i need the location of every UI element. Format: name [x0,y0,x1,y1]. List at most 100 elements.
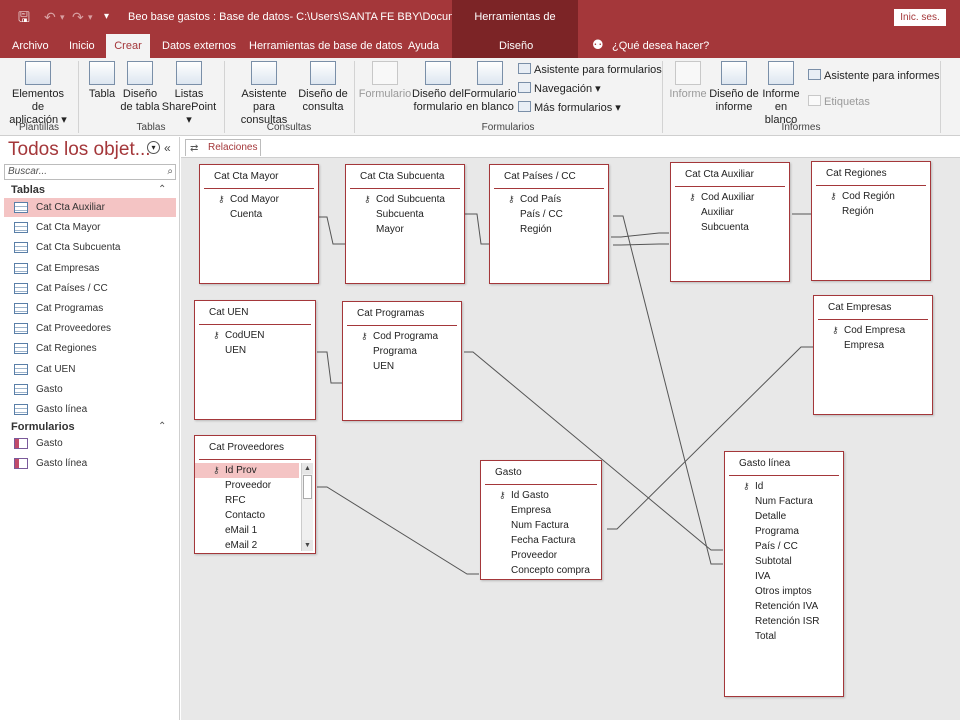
field-row[interactable]: Retención IVA [725,599,843,614]
table-title[interactable]: Cat Empresas [818,296,928,320]
table-gasto-linea[interactable]: Gasto línea ⚷ Id Num Factura Detalle Programa… [724,451,844,697]
field-row[interactable]: Mayor [346,222,464,237]
nav-menu-chevron-icon[interactable]: ▾ [147,141,160,154]
field-row[interactable]: ⚷ Cod Subcuenta [346,192,464,207]
table-cta-auxiliar[interactable]: Cat Cta Auxiliar ⚷ Cod Auxiliar Auxiliar Sub… [670,162,790,282]
field-row[interactable]: ⚷ Cod Mayor [200,192,318,207]
table-title[interactable]: Cat Proveedores [199,436,311,460]
field-row[interactable]: eMail 1 [195,523,299,538]
report-design-button[interactable]: Diseño de informe [708,58,760,114]
table-title[interactable]: Cat Programas [347,302,457,326]
tell-me-search[interactable]: ¿Qué desea hacer? [612,34,709,58]
table-title[interactable]: Gasto [485,461,597,485]
nav-table-item[interactable]: Cat Programas [4,299,176,318]
field-row[interactable]: Contacto [195,508,299,523]
field-row[interactable]: Proveedor [195,478,299,493]
table-cta-subcuenta[interactable]: Cat Cta Subcuenta ⚷ Cod Subcuenta Subcuenta… [345,164,465,284]
tab-herramientas-base-datos[interactable]: Herramientas de base de datos [249,34,402,58]
tab-inicio[interactable]: Inicio [69,34,95,58]
table-title[interactable]: Cat Cta Auxiliar [675,163,785,187]
nav-section-tablas[interactable]: Tablas [11,184,45,196]
field-row[interactable]: Empresa [814,338,932,353]
field-row[interactable]: ⚷ Id Gasto [481,488,601,503]
scroll-down-icon[interactable]: ▼ [302,540,313,551]
blank-form-button[interactable]: Formulario en blanco [464,58,517,114]
nav-form-item[interactable]: Gasto [4,434,176,453]
relation-line-mayor-subcuenta[interactable] [319,216,345,245]
nav-table-item[interactable]: Cat Cta Mayor [4,218,176,237]
field-row[interactable]: ⚷ Cod Auxiliar [671,190,789,205]
field-row[interactable]: UEN [195,343,315,358]
tab-relaciones[interactable]: ⇄ Relaciones [185,139,261,156]
undo-icon[interactable]: ↶ [44,8,56,26]
relation-line-region-regiones[interactable] [613,243,669,246]
table-empresas[interactable]: Cat Empresas ⚷ Cod Empresa Empresa [813,295,933,415]
field-row[interactable]: ⚷ Cod Programa [343,329,461,344]
scroll-up-icon[interactable]: ▲ [302,463,313,474]
field-row[interactable]: Auxiliar [671,205,789,220]
scroll-thumb[interactable] [303,475,312,499]
tab-diseno[interactable]: Diseño [499,34,533,58]
field-row[interactable]: ⚷ Cod Región [812,189,930,204]
nav-section-formularios[interactable]: Formularios [11,421,75,433]
nav-table-item[interactable]: Gasto línea [4,400,176,419]
field-row[interactable]: Programa [725,524,843,539]
nav-table-item[interactable]: Cat Cta Subcuenta [4,238,176,257]
field-row[interactable]: eMail 2 [195,538,299,553]
field-row[interactable]: Subcuenta [671,220,789,235]
field-row[interactable]: País / CC [725,539,843,554]
table-title[interactable]: Cat Cta Subcuenta [350,165,460,189]
field-row[interactable]: Empresa [481,503,601,518]
field-row[interactable]: UEN [343,359,461,374]
field-row[interactable]: Num Factura [481,518,601,533]
nav-table-item[interactable]: Cat Proveedores [4,319,176,338]
tab-crear[interactable]: Crear [106,34,150,58]
field-row[interactable]: Proveedor [481,548,601,563]
query-wizard-button[interactable]: Asistente para consultas [230,58,298,127]
field-row[interactable]: Concepto compra [481,563,601,578]
tab-archivo[interactable]: Archivo [12,34,49,58]
application-parts-button[interactable]: Elementos de aplicación ▾ [6,58,70,127]
nav-table-item[interactable]: Cat Cta Auxiliar [4,198,176,217]
field-row[interactable]: Región [812,204,930,219]
report-wizard-button[interactable]: Asistente para informes [808,69,940,83]
navigation-button[interactable]: Navegación ▾ [518,82,601,96]
blank-report-button[interactable]: Informe en blanco [758,58,804,127]
relationships-canvas[interactable]: Cat Cta Mayor ⚷ Cod Mayor Cuenta Cat Cta Sub… [181,157,960,720]
table-cta-mayor[interactable]: Cat Cta Mayor ⚷ Cod Mayor Cuenta [199,164,319,284]
field-row[interactable]: País / CC [490,207,608,222]
table-paises[interactable]: Cat Países / CC ⚷ Cod País País / CC Región [489,164,609,284]
field-row[interactable]: Otros imptos [725,584,843,599]
nav-search-input[interactable]: Buscar... ⌕ [4,164,176,180]
field-row[interactable]: ⚷ Cod Empresa [814,323,932,338]
form-wizard-button[interactable]: Asistente para formularios [518,63,662,77]
field-row[interactable]: Subcuenta [346,207,464,222]
relation-line-uen-programas[interactable] [317,351,342,384]
form-button[interactable]: Formulario [358,58,412,101]
query-design-button[interactable]: Diseño de consulta [298,58,348,114]
field-row[interactable]: ⚷ CodUEN [195,328,315,343]
table-programas[interactable]: Cat Programas ⚷ Cod Programa Programa UEN [342,301,462,421]
nav-table-item[interactable]: Cat Regiones [4,339,176,358]
field-row[interactable]: Retención ISR [725,614,843,629]
field-row[interactable]: Detalle [725,509,843,524]
table-gasto[interactable]: Gasto ⚷ Id Gasto Empresa Num Factura Fecha Fa… [480,460,602,580]
collapse-tablas-icon[interactable]: ⌃ [158,184,166,195]
nav-table-item[interactable]: Cat UEN [4,360,176,379]
form-design-button[interactable]: Diseño del formulario [412,58,464,114]
collapse-formularios-icon[interactable]: ⌃ [158,421,166,432]
table-proveedores[interactable]: Cat Proveedores ⚷ Id Prov Proveedor RFC Conta… [194,435,316,554]
sharepoint-lists-button[interactable]: Listas SharePoint ▾ [160,58,218,127]
field-row[interactable]: Fecha Factura [481,533,601,548]
field-row[interactable]: Región [490,222,608,237]
relation-line-subcuenta-auxiliar[interactable] [611,232,669,238]
nav-table-item[interactable]: Cat Países / CC [4,279,176,298]
tab-datos-externos[interactable]: Datos externos [162,34,236,58]
more-forms-button[interactable]: Más formularios ▾ [518,101,621,115]
field-row[interactable]: Num Factura [725,494,843,509]
tab-ayuda[interactable]: Ayuda [408,34,439,58]
field-row[interactable]: ⚷ Id Prov [195,463,299,478]
redo-dropdown-icon[interactable]: ▾ [88,8,93,26]
undo-dropdown-icon[interactable]: ▾ [60,8,65,26]
customize-quick-access-icon[interactable]: ▾ [104,8,109,26]
